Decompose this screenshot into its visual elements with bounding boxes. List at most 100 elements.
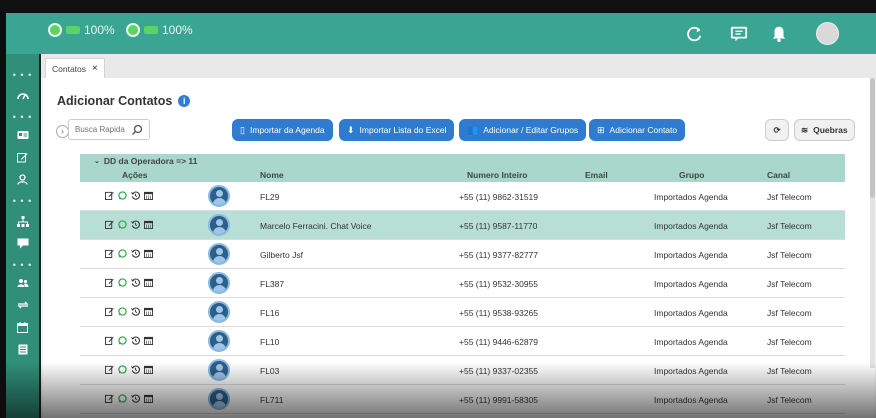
cell-name: Gilberto Jsf	[260, 250, 303, 260]
quebras-label: Quebras	[813, 125, 848, 135]
message-icon[interactable]	[6, 236, 39, 250]
history-icon[interactable]	[131, 394, 140, 403]
col-header-name[interactable]: Nome	[260, 170, 284, 180]
edit-icon[interactable]	[105, 394, 114, 403]
cell-phone: +55 (11) 9337-02355	[459, 366, 539, 376]
quebras-button[interactable]: ≋ Quebras	[794, 119, 855, 141]
cell-channel: Jsf Telecom	[767, 250, 812, 260]
history-icon[interactable]	[131, 278, 140, 287]
sitemap-icon[interactable]	[6, 214, 39, 228]
edit-icon[interactable]	[105, 336, 114, 345]
history-icon[interactable]	[131, 191, 140, 200]
main-content: Contatos × Adicionar Contatos i › ▯ Impo…	[41, 54, 876, 418]
battery-bar-icon	[144, 26, 158, 34]
users-icon: 👥	[467, 124, 479, 135]
tab-contatos[interactable]: Contatos ×	[45, 58, 105, 78]
whatsapp-icon[interactable]	[118, 220, 127, 229]
col-header-phone[interactable]: Numero Inteiro	[467, 170, 527, 180]
list-icon[interactable]	[6, 342, 39, 356]
row-actions	[105, 249, 153, 258]
table-row[interactable]: FL16 +55 (11) 9538-93265 Importados Agenda…	[80, 298, 845, 327]
sidebar-dots: • • •	[12, 70, 33, 80]
contact-avatar	[208, 330, 230, 352]
table-row[interactable]: FL03 +55 (11) 9337-02355 Importados Agenda…	[80, 356, 845, 385]
cell-phone: +55 (11) 9991-58305	[459, 395, 539, 405]
page-title-text: Adicionar Contatos	[57, 94, 173, 108]
edit-icon[interactable]	[105, 220, 114, 229]
info-icon[interactable]: i	[178, 95, 191, 107]
col-header-email[interactable]: Email	[585, 170, 608, 180]
history-icon[interactable]	[131, 307, 140, 316]
sync-icon[interactable]	[6, 298, 39, 312]
edit-icon[interactable]	[105, 307, 114, 316]
search-icon[interactable]	[131, 124, 143, 136]
table-row[interactable]: FL387 +55 (11) 9532-30955 Importados Agend…	[80, 269, 845, 298]
cell-channel: Jsf Telecom	[767, 308, 812, 318]
chevron-down-icon[interactable]: ⌄	[94, 157, 100, 165]
refresh-button[interactable]: ⟳	[765, 119, 789, 141]
whatsapp-icon[interactable]	[118, 191, 127, 200]
edit-icon[interactable]	[6, 150, 39, 164]
cell-name: FL387	[260, 279, 285, 289]
calendar-icon[interactable]	[6, 320, 39, 334]
calendar-icon[interactable]	[144, 307, 153, 316]
cell-name: FL29	[260, 192, 280, 202]
group-header-row[interactable]: ⌄ DD da Operadora => 11	[80, 154, 845, 168]
history-icon[interactable]	[131, 249, 140, 258]
calendar-icon[interactable]	[144, 191, 153, 200]
users-icon[interactable]	[6, 276, 39, 290]
calendar-icon[interactable]	[144, 365, 153, 374]
scroll-thumb[interactable]	[870, 78, 875, 198]
whatsapp-icon[interactable]	[118, 307, 127, 316]
table-row[interactable]: Marcelo Ferracini. Chat Voice +55 (11) 95…	[80, 211, 845, 240]
bell-icon[interactable]	[770, 25, 788, 43]
plus-square-icon: ⊞	[597, 124, 605, 135]
calendar-icon[interactable]	[144, 394, 153, 403]
edit-icon[interactable]	[105, 278, 114, 287]
calendar-icon[interactable]	[144, 278, 153, 287]
edit-icon[interactable]	[105, 365, 114, 374]
calendar-icon[interactable]	[144, 249, 153, 258]
whatsapp-icon[interactable]	[118, 278, 127, 287]
refresh-icon: ⟳	[773, 124, 781, 135]
sidebar-dots: • • •	[12, 260, 33, 270]
scrollbar[interactable]	[870, 78, 875, 368]
history-icon[interactable]	[131, 365, 140, 374]
table-row[interactable]: Gilberto Jsf +55 (11) 9377-82777 Importado…	[80, 240, 845, 269]
user-icon[interactable]	[6, 172, 39, 186]
cell-channel: Jsf Telecom	[767, 366, 812, 376]
cell-phone: +55 (11) 9377-82777	[459, 250, 539, 260]
contact-avatar	[208, 185, 230, 207]
table-row[interactable]: FL29 +55 (11) 9862-31519 Importados Agenda…	[80, 182, 845, 211]
import-excel-button[interactable]: ⬇ Importar Lista do Excel	[339, 119, 455, 141]
cell-channel: Jsf Telecom	[767, 279, 812, 289]
table-row[interactable]: FL10 +55 (11) 9446-62879 Importados Agenda…	[80, 327, 845, 356]
edit-groups-button[interactable]: 👥 Adicionar / Editar Grupos	[459, 119, 587, 141]
col-header-channel[interactable]: Canal	[767, 170, 790, 180]
edit-icon[interactable]	[105, 191, 114, 200]
whatsapp-icon[interactable]	[118, 336, 127, 345]
chat-icon[interactable]	[730, 25, 748, 43]
edit-icon[interactable]	[105, 249, 114, 258]
speedometer-icon[interactable]	[6, 88, 39, 102]
calendar-icon[interactable]	[144, 336, 153, 345]
id-card-icon[interactable]	[6, 128, 39, 142]
battery-bar-icon	[66, 26, 80, 34]
close-icon[interactable]: ×	[92, 63, 98, 74]
whatsapp-icon[interactable]	[118, 365, 127, 374]
add-contact-button[interactable]: ⊞ Adicionar Contato	[589, 119, 686, 141]
history-icon[interactable]	[131, 336, 140, 345]
search-box[interactable]	[68, 119, 150, 140]
contact-avatar	[208, 243, 230, 265]
whatsapp-icon[interactable]	[118, 249, 127, 258]
calendar-icon[interactable]	[144, 220, 153, 229]
table-row[interactable]: FL711 +55 (11) 9991-58305 Importados Agend…	[80, 385, 845, 414]
col-header-group[interactable]: Grupo	[679, 170, 705, 180]
refresh-icon[interactable]	[686, 25, 704, 43]
search-input[interactable]	[75, 125, 131, 134]
user-avatar[interactable]	[816, 22, 839, 45]
import-agenda-button[interactable]: ▯ Importar da Agenda	[232, 119, 333, 141]
whatsapp-icon[interactable]	[118, 394, 127, 403]
app-frame: 100% 100% • • • • • • • • • • • • Contat…	[0, 0, 876, 418]
history-icon[interactable]	[131, 220, 140, 229]
